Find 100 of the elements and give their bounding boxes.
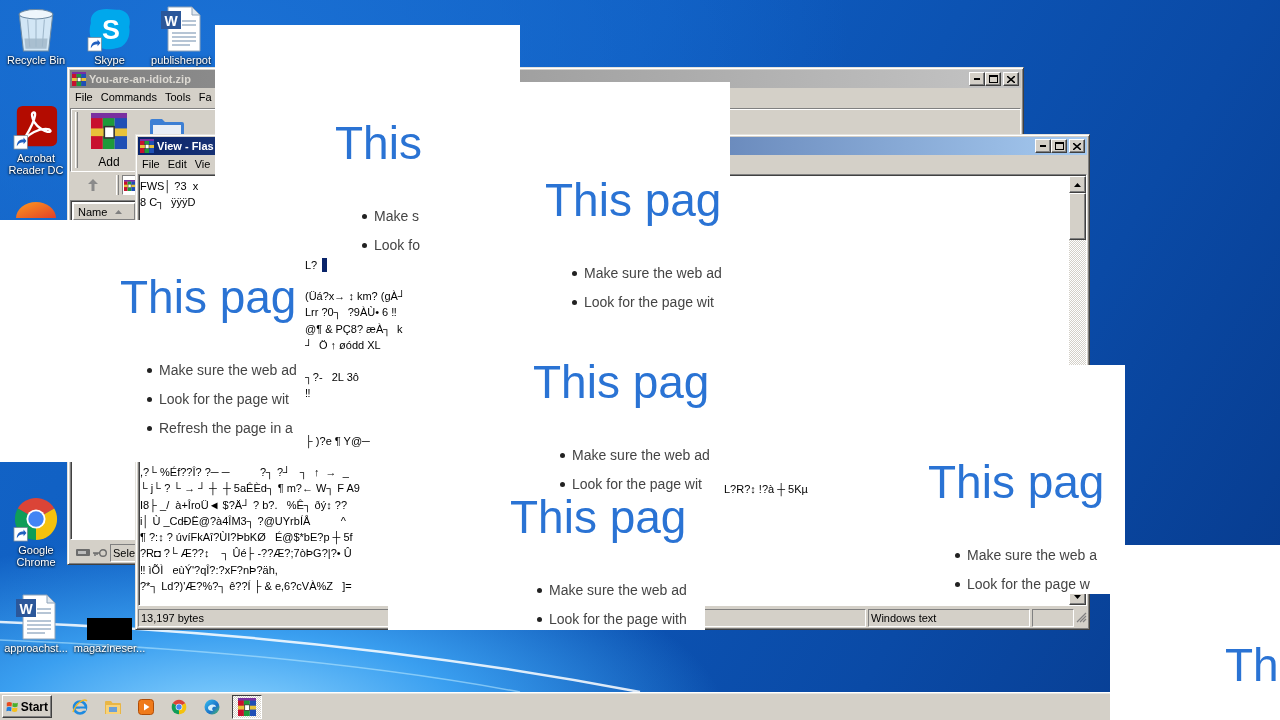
bullet-icon (147, 368, 152, 373)
trash-bin-icon[interactable] (16, 8, 56, 52)
path-field[interactable] (122, 175, 136, 195)
text-line: ‼ (305, 386, 311, 402)
status-panel: Windows text (868, 608, 1030, 627)
text-line: ┐?- 2L 3ô (305, 370, 359, 386)
minimize-button[interactable] (969, 72, 985, 86)
page-heading: Th (1225, 643, 1279, 687)
menu-item[interactable]: Tools (165, 91, 191, 103)
books-icon (238, 697, 256, 716)
close-button[interactable] (1069, 139, 1085, 153)
bullet-icon (955, 582, 960, 587)
text-line: Lrr ?0┐ ?9ÀÙ• 6 ‼ (305, 305, 397, 321)
icon-label[interactable]: publisherpot (151, 54, 211, 66)
bullet-text: Make sure the web ad (584, 265, 722, 282)
blank-thumbnail-icon[interactable] (87, 618, 132, 640)
toolbar-button[interactable]: Add (86, 109, 132, 169)
books-icon (140, 139, 154, 153)
text-line: FWS│ ?3 x (140, 179, 199, 195)
maximize-icon (1054, 142, 1064, 150)
scroll-up-icon (1074, 182, 1081, 187)
icon-label[interactable]: Skype (94, 54, 125, 66)
bullet-icon (560, 482, 565, 487)
minimize-icon (1040, 145, 1046, 147)
minimize-icon (974, 78, 980, 80)
icon-label[interactable]: Acrobat Reader DC (6, 152, 66, 176)
bullet-icon (362, 214, 367, 219)
taskbar-button[interactable] (232, 694, 262, 719)
key-icon (93, 548, 107, 557)
bullet-icon (147, 426, 152, 431)
bullet-text: Make sure the web a (967, 547, 1097, 564)
books-icon (72, 72, 86, 86)
bullet-icon (572, 271, 577, 276)
window-title: View - Flas (157, 140, 214, 152)
text-line: ┘ Ö ↑ øódd XL (305, 337, 381, 353)
bullet-icon (537, 617, 542, 622)
circle-logo-icon[interactable] (171, 698, 187, 715)
text-line: ?R◘ ?└ Æ??↕ ┐ Ûé├ -??Æ?;7òÞG?|?• Û (140, 546, 352, 562)
menu-item[interactable]: Commands (100, 91, 157, 103)
bullet-text: Look for the page wit (584, 294, 714, 311)
bullet-text: Look for the page wit (159, 391, 289, 408)
text-line: i│ Ù _CdÐË@?à4ÎM3┐ ?@UYrbÍÅ ^ (140, 513, 346, 530)
bullet-icon (362, 243, 367, 248)
status-panel (1032, 608, 1074, 627)
bullet-icon (560, 453, 565, 458)
bullet-text: Look fo (374, 237, 420, 254)
maximize-button[interactable] (1051, 139, 1067, 153)
menu-item[interactable]: Edit (167, 158, 187, 170)
menu-item[interactable]: Vie (194, 158, 211, 170)
bullet-icon (147, 397, 152, 402)
bullet-text: Refresh the page in a (159, 420, 293, 437)
drive-icon (76, 549, 90, 556)
swirl-tile-icon[interactable] (13, 104, 59, 150)
column-header[interactable]: Name (73, 203, 135, 220)
close-icon (1073, 142, 1081, 150)
bullet-icon (572, 300, 577, 305)
text-line: (Üá?x→ ↕ km? (gÀ┘ (305, 289, 406, 304)
text-line: ├ )?e ¶ Y@─ (305, 434, 370, 450)
bullet-text: Look for the page wit (572, 476, 702, 493)
close-button[interactable] (1003, 72, 1019, 86)
text-line: L?R?↕ !?à ┼ 5Kµ (724, 482, 808, 498)
text-line: ,?└ %Éf??Î? ?─ ─ ?┐ ?┘ ┐ ↑ → _ (140, 465, 349, 481)
menu-item[interactable]: File (75, 91, 93, 103)
maximize-icon (988, 75, 998, 83)
text-line: L? (305, 258, 318, 273)
bullet-text: Look for the page with (549, 611, 687, 628)
text-line: @¶ & PÇ8? æÀ┐ k (305, 321, 403, 337)
play-icon[interactable] (138, 698, 154, 715)
bullet-text: Make s (374, 208, 420, 225)
text-line: └ j└ ? └ → ┘ ┼ ┼ 5aÊÈd┐ ¶ m?← W┐ F A9 (140, 481, 360, 497)
bullet-text: Look for the page w (967, 576, 1090, 593)
page-heading: This (335, 121, 422, 165)
up-arrow-icon (88, 179, 98, 191)
close-icon (1007, 75, 1015, 83)
text-line: I8├ _/ à+ÎroÜ◄ $?Ä┘ ? b?. %Ê┐ ðý↕ ?? (140, 497, 347, 513)
text-line: ¶ ?:↕ ? úvíFkAî?ÙI?ÞbKØ É@$*bE?p ┼ 5f (140, 530, 353, 546)
bullet-icon (955, 553, 960, 558)
flag-logo-icon (6, 699, 19, 714)
icon-label[interactable]: Recycle Bin (6, 54, 66, 66)
bullet-text: Make sure the web ad (549, 582, 687, 599)
folder-icon[interactable] (148, 117, 186, 135)
menu-item[interactable]: Fa (198, 91, 212, 103)
books-icon (124, 179, 135, 191)
maximize-button[interactable] (985, 72, 1001, 86)
icon-label[interactable]: Google Chrome (6, 544, 66, 568)
resize-grip-icon[interactable] (1076, 612, 1087, 623)
circle-logo-icon[interactable] (13, 496, 59, 542)
bullet-text: Make sure the web ad (572, 447, 710, 464)
scroll-up-button[interactable] (1069, 176, 1086, 193)
bullet-text: Make sure the web ad (159, 362, 297, 379)
scrollbar-thumb[interactable] (1069, 193, 1086, 240)
minimize-button[interactable] (1035, 139, 1051, 153)
start-button[interactable]: Start (2, 695, 52, 718)
swirl-logo-icon[interactable] (204, 698, 220, 715)
text-line: 8 C┐ ÿÿÿD (140, 195, 196, 211)
bullet-icon (537, 588, 542, 593)
text-line: ‼ ìÕÌ eùÝ'?qÎ?:?xF?nÞ?äh, (140, 562, 278, 578)
menu-item[interactable]: File (142, 158, 160, 170)
text-line: ?*┐ Ld?)'Æ?%?┐ ê??Í ├ & e,6?cVÀ%Z ]= (140, 579, 352, 595)
books-icon (91, 113, 127, 149)
